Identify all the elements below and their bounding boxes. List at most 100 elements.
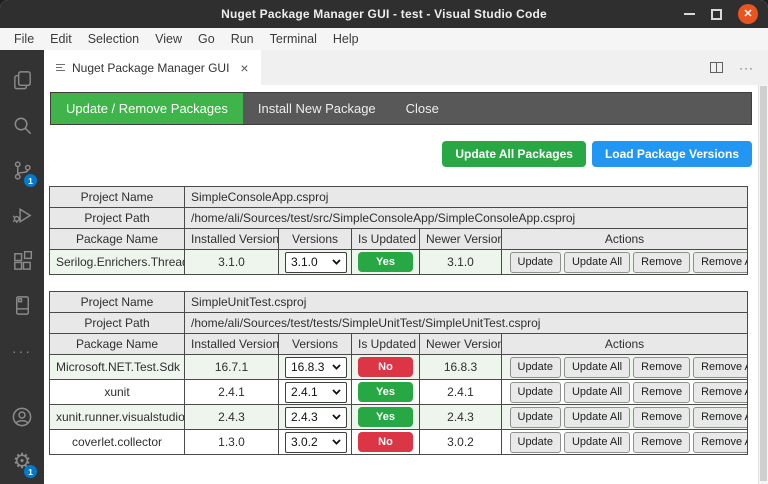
installed-version-cell: 2.4.3: [185, 405, 279, 430]
update-all-button[interactable]: Update All: [564, 407, 630, 428]
col-installed-version: Installed Version: [185, 229, 279, 250]
webview-icon: [56, 64, 65, 71]
more-views-icon[interactable]: ···: [0, 328, 44, 373]
project-path-label: Project Path: [50, 313, 185, 334]
package-row: Serilog.Enrichers.Thread 3.1.0 3.1.0 Yes…: [50, 250, 748, 275]
menu-selection[interactable]: Selection: [80, 30, 147, 48]
remove-all-button[interactable]: Remove All: [693, 252, 747, 273]
newer-version-cell: 2.4.3: [420, 405, 502, 430]
package-name-cell: coverlet.collector: [50, 430, 185, 455]
maximize-icon[interactable]: [711, 9, 722, 20]
split-editor-icon[interactable]: [710, 62, 723, 73]
versions-select[interactable]: 2.4.1: [285, 382, 347, 403]
col-package-name: Package Name: [50, 229, 185, 250]
extensions-icon[interactable]: [0, 238, 44, 283]
menu-help[interactable]: Help: [325, 30, 367, 48]
search-icon[interactable]: [0, 103, 44, 148]
nav-update-remove-packages[interactable]: Update / Remove Packages: [51, 93, 243, 124]
remove-button[interactable]: Remove: [633, 407, 690, 428]
package-row: xunit 2.4.1 2.4.1 Yes 2.4.1 UpdateUpdate…: [50, 380, 748, 405]
update-all-button[interactable]: Update All: [564, 252, 630, 273]
newer-version-cell: 3.1.0: [420, 250, 502, 275]
package-row: xunit.runner.visualstudio 2.4.3 2.4.3 Ye…: [50, 405, 748, 430]
source-control-badge: 1: [24, 174, 37, 187]
source-control-icon[interactable]: 1: [0, 148, 44, 193]
project-table-simpleconsoleapp: Project Name SimpleConsoleApp.csproj Pro…: [49, 186, 748, 275]
title-bar: Nuget Package Manager GUI - test - Visua…: [0, 0, 768, 28]
update-all-packages-button[interactable]: Update All Packages: [442, 141, 586, 167]
remove-all-button[interactable]: Remove All: [693, 432, 747, 453]
editor-area: Nuget Package Manager GUI × ··· Update /…: [44, 50, 768, 484]
update-all-button[interactable]: Update All: [564, 382, 630, 403]
versions-select[interactable]: 3.1.0: [285, 252, 347, 273]
installed-version-cell: 1.3.0: [185, 430, 279, 455]
is-updated-badge: Yes: [358, 407, 413, 426]
newer-version-cell: 16.8.3: [420, 355, 502, 380]
col-is-updated: Is Updated: [352, 229, 420, 250]
minimize-icon[interactable]: [684, 13, 695, 15]
notebook-icon[interactable]: [0, 283, 44, 328]
update-button[interactable]: Update: [510, 407, 561, 428]
menu-go[interactable]: Go: [190, 30, 223, 48]
project-name-value: SimpleConsoleApp.csproj: [185, 187, 748, 208]
run-debug-icon[interactable]: [0, 193, 44, 238]
menu-edit[interactable]: Edit: [42, 30, 80, 48]
menu-terminal[interactable]: Terminal: [262, 30, 325, 48]
update-button[interactable]: Update: [510, 382, 561, 403]
update-button[interactable]: Update: [510, 357, 561, 378]
col-versions: Versions: [279, 334, 352, 355]
menu-view[interactable]: View: [147, 30, 190, 48]
editor-more-actions-icon[interactable]: ···: [739, 61, 754, 75]
col-newer-version: Newer Version: [420, 229, 502, 250]
package-name-cell: Serilog.Enrichers.Thread: [50, 250, 185, 275]
remove-button[interactable]: Remove: [633, 432, 690, 453]
remove-button[interactable]: Remove: [633, 357, 690, 378]
col-versions: Versions: [279, 229, 352, 250]
col-installed-version: Installed Version: [185, 334, 279, 355]
versions-select[interactable]: 3.0.2: [285, 432, 347, 453]
settings-badge: 1: [24, 465, 37, 478]
close-window-icon[interactable]: ✕: [738, 4, 758, 24]
menu-file[interactable]: File: [6, 30, 42, 48]
update-all-button[interactable]: Update All: [564, 432, 630, 453]
explorer-icon[interactable]: [0, 58, 44, 103]
versions-select[interactable]: 16.8.3: [285, 357, 347, 378]
settings-gear-icon[interactable]: ⚙ 1: [0, 439, 44, 484]
col-actions: Actions: [502, 229, 748, 250]
nav-close[interactable]: Close: [391, 93, 454, 124]
remove-all-button[interactable]: Remove All: [693, 357, 747, 378]
col-newer-version: Newer Version: [420, 334, 502, 355]
is-updated-badge: No: [358, 432, 413, 451]
nav-install-new-package[interactable]: Install New Package: [243, 93, 391, 124]
update-button[interactable]: Update: [510, 432, 561, 453]
project-name-label: Project Name: [50, 292, 185, 313]
account-icon[interactable]: [0, 394, 44, 439]
window-title: Nuget Package Manager GUI - test - Visua…: [221, 7, 547, 21]
remove-all-button[interactable]: Remove All: [693, 407, 747, 428]
remove-all-button[interactable]: Remove All: [693, 382, 747, 403]
newer-version-cell: 2.4.1: [420, 380, 502, 405]
update-button[interactable]: Update: [510, 252, 561, 273]
global-actions-row: Update All Packages Load Package Version…: [49, 141, 752, 167]
tab-close-icon[interactable]: ×: [240, 60, 248, 76]
menu-run[interactable]: Run: [223, 30, 262, 48]
webview-scrollbar[interactable]: [758, 85, 768, 484]
package-name-cell: Microsoft.NET.Test.Sdk: [50, 355, 185, 380]
package-name-cell: xunit: [50, 380, 185, 405]
package-row: Microsoft.NET.Test.Sdk 16.7.1 16.8.3 No …: [50, 355, 748, 380]
package-row: coverlet.collector 1.3.0 3.0.2 No 3.0.2 …: [50, 430, 748, 455]
update-all-button[interactable]: Update All: [564, 357, 630, 378]
col-is-updated: Is Updated: [352, 334, 420, 355]
webview-navbar: Update / Remove Packages Install New Pac…: [50, 92, 752, 125]
versions-select[interactable]: 2.4.3: [285, 407, 347, 428]
vscode-window: Nuget Package Manager GUI - test - Visua…: [0, 0, 768, 484]
remove-button[interactable]: Remove: [633, 252, 690, 273]
newer-version-cell: 3.0.2: [420, 430, 502, 455]
project-path-value: /home/ali/Sources/test/src/SimpleConsole…: [185, 208, 748, 229]
is-updated-badge: Yes: [358, 382, 413, 401]
load-package-versions-button[interactable]: Load Package Versions: [592, 141, 752, 167]
tab-nuget-package-manager-gui[interactable]: Nuget Package Manager GUI ×: [44, 50, 261, 85]
remove-button[interactable]: Remove: [633, 382, 690, 403]
project-name-label: Project Name: [50, 187, 185, 208]
project-path-value: /home/ali/Sources/test/tests/SimpleUnitT…: [185, 313, 748, 334]
